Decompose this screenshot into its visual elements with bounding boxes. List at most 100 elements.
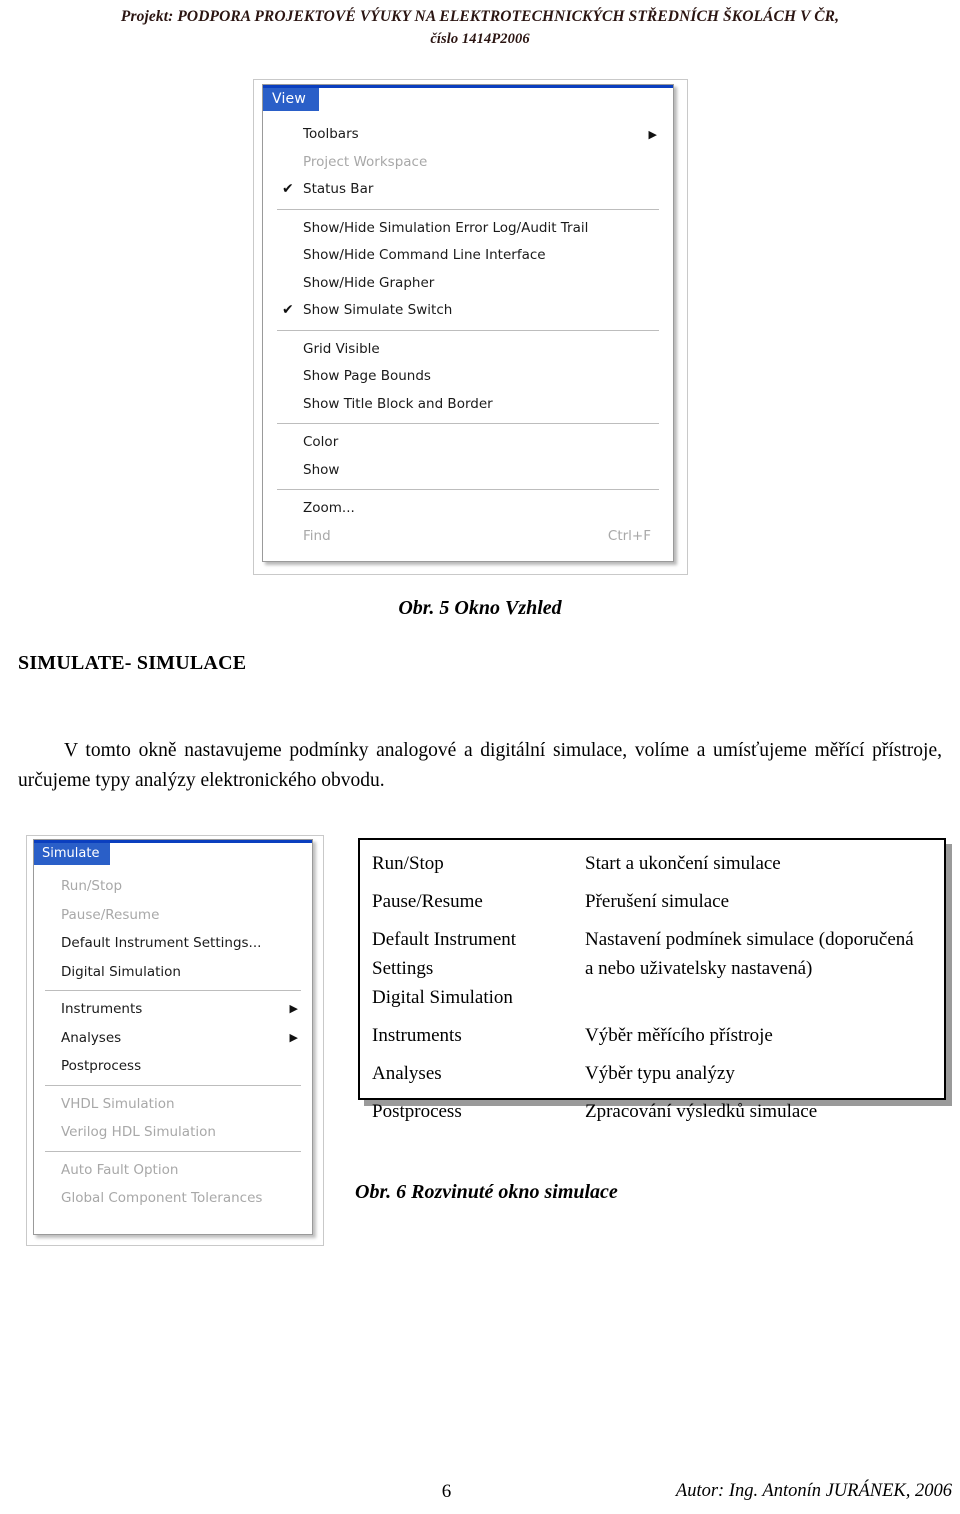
menu-item-status-bar[interactable]: ✔ Status Bar <box>263 176 673 204</box>
header-line-2: číslo 1414P2006 <box>430 31 530 47</box>
menu-item-label: Show Page Bounds <box>303 368 431 384</box>
menu-item-label: Show Simulate Switch <box>303 302 453 318</box>
menu-separator <box>277 489 659 490</box>
menu-item-verilog-hdl-simulation[interactable]: Verilog HDL Simulation <box>34 1118 312 1147</box>
table-cell-term: Digital Simulation <box>372 987 513 1008</box>
menu-item-show-hide-simulation-error-log[interactable]: Show/Hide Simulation Error Log/Audit Tra… <box>263 215 673 243</box>
menu-separator <box>45 1084 301 1086</box>
menu-separator <box>277 208 659 210</box>
menu-item-label: Analyses <box>61 1029 122 1046</box>
table-row: Digital Simulation <box>372 983 934 1012</box>
menu-item-show-page-bounds[interactable]: Show Page Bounds <box>263 363 673 391</box>
menu-item-label: Show/Hide Command Line Interface <box>303 247 546 263</box>
menu-item-pause-resume[interactable]: Pause/Resume <box>34 901 312 930</box>
table-cell-description: Přerušení simulace <box>585 891 730 912</box>
menu-separator <box>45 1150 301 1152</box>
menu-item-digital-simulation[interactable]: Digital Simulation <box>34 958 312 987</box>
table-cell-term: Postprocess <box>372 1101 462 1122</box>
table-cell-description: Výběr měřícího přístroje <box>585 1025 773 1046</box>
table-body: Run/Stop Start a ukončení simulace Pause… <box>360 840 944 1126</box>
document-header: Projekt: PODPORA PROJEKTOVÉ VÝUKY NA ELE… <box>0 6 960 50</box>
menu-item-label: Verilog HDL Simulation <box>61 1124 216 1140</box>
menu-item-default-instrument-settings[interactable]: Default Instrument Settings... <box>34 929 312 958</box>
menu-item-label: Toolbars <box>303 126 359 142</box>
menu-item-label: Run/Stop <box>61 878 123 894</box>
menu-item-vhdl-simulation[interactable]: VHDL Simulation <box>34 1090 312 1119</box>
table-cell-term: Run/Stop <box>372 853 444 874</box>
checkmark-icon: ✔ <box>282 302 294 318</box>
simulate-menu-list: Run/Stop Pause/Resume Default Instrument… <box>34 869 312 1217</box>
table-row: Default Instrument Nastavení podmínek si… <box>372 925 934 954</box>
figure-6-caption: Obr. 6 Rozvinuté okno simulace <box>355 1181 618 1203</box>
menu-item-label: Color <box>303 434 339 450</box>
table-cell-term: Pause/Resume <box>372 891 483 912</box>
submenu-arrow-icon: ▶ <box>289 1002 298 1015</box>
menu-item-label: Default Instrument Settings... <box>61 935 262 951</box>
menu-item-show-simulate-switch[interactable]: ✔ Show Simulate Switch <box>263 297 673 325</box>
table-cell-description: Nastavení podmínek simulace (doporučená <box>585 929 914 950</box>
table-cell-term: Instruments <box>372 1025 462 1046</box>
row-gap <box>372 878 934 887</box>
table-cell-description: Zpracování výsledků simulace <box>585 1101 818 1122</box>
menu-item-global-component-tolerances[interactable]: Global Component Tolerances <box>34 1184 312 1213</box>
menu-item-grid-visible[interactable]: Grid Visible <box>263 336 673 364</box>
menu-item-label: Global Component Tolerances <box>61 1190 263 1206</box>
menu-item-zoom[interactable]: Zoom... <box>263 495 673 523</box>
menu-separator <box>277 423 659 424</box>
menu-item-label: VHDL Simulation <box>61 1095 175 1112</box>
row-gap <box>372 1088 934 1097</box>
table-cell-term: Analyses <box>372 1063 442 1084</box>
view-menu-panel: View Toolbars ▶ Project Workspace ✔ Stat… <box>262 84 674 562</box>
menu-item-label: Show <box>303 461 340 478</box>
footer-author: Autor: Ing. Antonín JURÁNEK, 2006 <box>675 1481 952 1501</box>
menu-item-show-title-block-and-border[interactable]: Show Title Block and Border <box>263 391 673 419</box>
menu-item-label: Digital Simulation <box>61 963 181 980</box>
menu-item-instruments[interactable]: Instruments ▶ <box>34 995 312 1024</box>
menu-item-show[interactable]: Show <box>263 457 673 485</box>
table-cell-description: a nebo uživatelsky nastavená) <box>585 958 813 979</box>
section-heading: SIMULATE- SIMULACE <box>18 652 247 674</box>
menu-item-label: Project Workspace <box>303 153 428 170</box>
row-gap <box>372 1050 934 1059</box>
menu-item-analyses[interactable]: Analyses ▶ <box>34 1024 312 1053</box>
menu-item-label: Grid Visible <box>303 340 380 357</box>
menu-item-postprocess[interactable]: Postprocess <box>34 1052 312 1081</box>
menubar-accent-bar <box>263 85 673 88</box>
menu-item-show-hide-command-line-interface[interactable]: Show/Hide Command Line Interface <box>263 242 673 270</box>
table-row: Pause/Resume Přerušení simulace <box>372 887 934 916</box>
menu-item-label: Show/Hide Simulation Error Log/Audit Tra… <box>303 219 589 236</box>
menu-separator <box>277 329 659 331</box>
menu-item-label: Show/Hide Grapher <box>303 274 435 291</box>
submenu-arrow-icon: ▶ <box>648 128 657 141</box>
menu-item-show-hide-grapher[interactable]: Show/Hide Grapher <box>263 270 673 298</box>
table-cell-description <box>585 983 934 1012</box>
menu-item-label: Auto Fault Option <box>61 1161 179 1178</box>
menu-item-label: Pause/Resume <box>61 906 160 923</box>
row-gap <box>372 1012 934 1021</box>
table-row: Analyses Výběr typu analýzy <box>372 1059 934 1088</box>
figure-5-caption: Obr. 5 Okno Vzhled <box>398 597 562 619</box>
menu-title-simulate[interactable]: Simulate <box>34 843 111 865</box>
menu-item-label: Zoom... <box>303 500 355 516</box>
header-line-1: Projekt: PODPORA PROJEKTOVÉ VÝUKY NA ELE… <box>120 8 840 25</box>
table-cell-term: Default Instrument <box>372 929 517 950</box>
menu-item-label: Postprocess <box>61 1058 142 1074</box>
menu-title-view[interactable]: View <box>263 88 320 111</box>
menu-item-toolbars[interactable]: Toolbars ▶ <box>263 121 673 149</box>
row-gap <box>372 916 934 925</box>
menu-item-find[interactable]: Find Ctrl+F <box>263 523 673 551</box>
view-menu-screenshot: View Toolbars ▶ Project Workspace ✔ Stat… <box>253 79 688 575</box>
table-cell-description: Start a ukončení simulace <box>585 853 781 874</box>
submenu-arrow-icon: ▶ <box>289 1030 298 1044</box>
menu-item-label: Find <box>303 527 331 544</box>
view-menu-list: Toolbars ▶ Project Workspace ✔ Status Ba… <box>263 117 673 556</box>
menu-item-run-stop[interactable]: Run/Stop <box>34 872 312 901</box>
menu-item-color[interactable]: Color <box>263 429 673 457</box>
menu-item-label: Instruments <box>61 1001 143 1017</box>
table-row: Postprocess Zpracování výsledků simulace <box>372 1097 934 1126</box>
table-row: Instruments Výběr měřícího přístroje <box>372 1021 934 1050</box>
menu-item-project-workspace[interactable]: Project Workspace <box>263 149 673 177</box>
table-cell-term: Settings <box>372 958 434 979</box>
simulate-menu-screenshot: Simulate Run/Stop Pause/Resume Default I… <box>26 835 324 1246</box>
menu-item-auto-fault-option[interactable]: Auto Fault Option <box>34 1156 312 1185</box>
